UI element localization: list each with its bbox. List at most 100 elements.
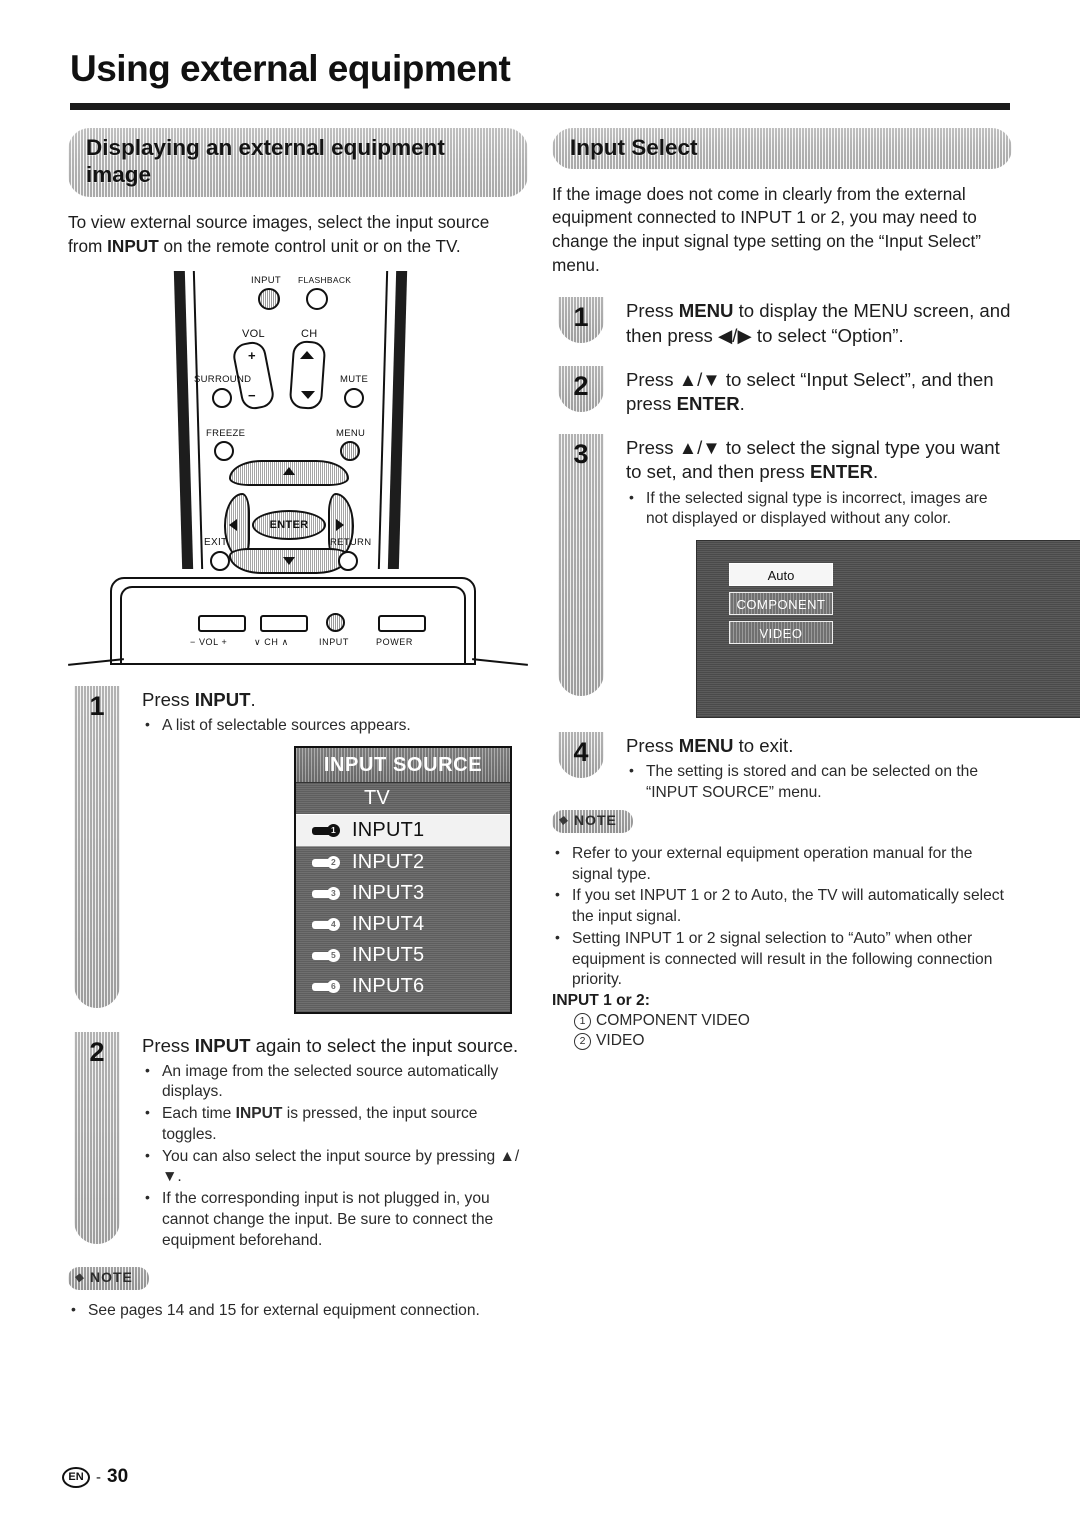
plug-icon: 3	[312, 887, 342, 901]
title-divider	[70, 103, 1010, 110]
osd-row-input6[interactable]: 6 INPUT6	[296, 971, 510, 1002]
remote-left-edge	[173, 270, 194, 569]
osd-row-input5[interactable]: 5 INPUT5	[296, 940, 510, 971]
osd-row-input1-label: INPUT1	[352, 819, 425, 842]
remote-inner-left-line	[192, 270, 204, 569]
remote-flashback-button[interactable]	[306, 287, 328, 310]
section-header-input-select: Input Select	[552, 128, 1012, 169]
right-step-4-bullets: The setting is stored and can be selecte…	[626, 761, 1012, 803]
left-step-1-title: Press INPUT.	[142, 686, 528, 712]
signal-option-video[interactable]: VIDEO	[729, 620, 833, 644]
page-footer: EN - 30	[62, 1466, 128, 1488]
remote-surround-button[interactable]	[212, 387, 232, 408]
list-item: If the selected signal type is incorrect…	[626, 488, 1012, 530]
left-step-1-title-part1: Press	[142, 688, 195, 710]
osd-row-input4[interactable]: 4 INPUT4	[296, 909, 510, 940]
signal-option-component[interactable]: COMPONENT	[729, 591, 833, 615]
remote-enter-button[interactable]: ENTER	[252, 509, 326, 540]
list-item: Each time INPUT is pressed, the input so…	[142, 1103, 528, 1145]
plug-icon: 2	[312, 856, 342, 870]
left-note-block: NOTE See pages 14 and 15 for external eq…	[68, 1267, 528, 1322]
left-step-2-title-part2: again to select the input source.	[250, 1034, 519, 1056]
remote-exit-label: EXIT	[204, 536, 228, 548]
remote-up-arrow-icon	[283, 466, 295, 475]
remote-body: INPUT FLASHBACK VOL CH + − SURROUND MUTE	[173, 270, 408, 574]
osd-row-input3[interactable]: 3 INPUT3	[296, 878, 510, 909]
remote-ch-up-icon	[300, 350, 314, 359]
remote-ch-down-icon	[301, 390, 315, 399]
section-header-line1: Displaying an external equipment	[86, 135, 445, 160]
left-step-1-bullets: A list of selectable sources appears.	[142, 715, 528, 737]
left-step-2-bullets: An image from the selected source automa…	[142, 1061, 528, 1252]
section-header-line2: image	[86, 161, 152, 187]
tv-channel-button[interactable]	[260, 614, 308, 632]
remote-freeze-label: FREEZE	[206, 427, 246, 439]
left-step-2-title-part1: Press	[142, 1034, 195, 1056]
remote-return-button[interactable]	[338, 550, 358, 571]
tv-volume-button[interactable]	[198, 614, 246, 632]
remote-vol-plus: +	[248, 347, 256, 363]
list-item: A list of selectable sources appears.	[142, 715, 528, 737]
left-step-1-title-part2: .	[250, 688, 256, 710]
tv-power-label: POWER	[376, 636, 414, 647]
list-item: The setting is stored and can be selecte…	[626, 761, 1012, 803]
right-step-3: 3 Press ▲/▼ to select the signal type yo…	[552, 434, 1080, 718]
osd-row-input1[interactable]: 1 INPUT1	[296, 814, 510, 848]
right-step-1-title: Press MENU to display the MENU screen, a…	[626, 300, 1011, 346]
list-item: Setting INPUT 1 or 2 signal selection to…	[552, 928, 1012, 991]
priority-list: 1 COMPONENT VIDEO 2 VIDEO	[552, 1011, 1012, 1052]
plug-icon: 1	[312, 824, 342, 838]
right-note-block: NOTE Refer to your external equipment op…	[552, 810, 1012, 1052]
osd-signal-type-dialog: Auto COMPONENT VIDEO	[696, 539, 1080, 718]
remote-exit-button[interactable]	[210, 550, 230, 571]
left-step-2-badge: 2	[74, 1031, 120, 1244]
osd-row-input5-label: INPUT5	[352, 944, 425, 967]
list-item: If you set INPUT 1 or 2 to Auto, the TV …	[552, 885, 1012, 927]
remote-freeze-button[interactable]	[214, 440, 234, 461]
osd-input-source-header: INPUT SOURCE	[296, 748, 510, 784]
remote-left-arrow-icon	[229, 518, 237, 531]
remote-ch-label: CH	[301, 327, 318, 340]
left-step-1-badge: 1	[74, 685, 120, 1008]
tv-input-button[interactable]	[326, 612, 345, 632]
left-step-2-title-bold: INPUT	[194, 1034, 251, 1056]
section-header-input-select-label: Input Select	[570, 135, 698, 160]
tv-power-button[interactable]	[378, 614, 426, 632]
list-item: See pages 14 and 15 for external equipme…	[68, 1300, 528, 1322]
right-note-tag-label: NOTE	[574, 811, 617, 828]
osd-input-source-menu: INPUT SOURCE TV 1 INPUT1 2 INPUT2 3 INPU…	[294, 746, 512, 1015]
remote-input-button[interactable]	[258, 287, 280, 310]
osd-row-input2[interactable]: 2 INPUT2	[296, 847, 510, 878]
remote-mute-button[interactable]	[344, 387, 364, 408]
priority-title: INPUT 1 or 2:	[552, 992, 650, 1010]
right-step-4-title: Press MENU to exit.	[626, 734, 794, 756]
remote-mute-label: MUTE	[340, 373, 369, 385]
signal-option-auto[interactable]: Auto	[729, 562, 833, 586]
right-step-4-badge: 4	[558, 731, 604, 778]
right-step-1-badge: 1	[558, 297, 604, 344]
remote-enter-label: ENTER	[269, 518, 309, 531]
osd-row-input2-label: INPUT2	[352, 851, 425, 874]
osd-row-tv[interactable]: TV	[296, 783, 510, 814]
right-step-2-number: 2	[573, 370, 589, 401]
intro-paragraph: To view external source images, select t…	[68, 211, 528, 258]
right-step-3-badge: 3	[558, 434, 604, 697]
left-step-1: 1 Press INPUT. A list of selectable sour…	[68, 685, 528, 1016]
list-item: Refer to your external equipment operati…	[552, 843, 1012, 885]
right-note-bullets: Refer to your external equipment operati…	[552, 843, 1012, 991]
tv-front-panel-illustration: − VOL + ∨ CH ∧ INPUT POWER	[68, 571, 528, 676]
remote-vol-minus: −	[248, 387, 256, 403]
page-title: Using external equipment	[70, 48, 511, 89]
list-item: If the corresponding input is not plugge…	[142, 1188, 528, 1251]
remote-return-label: RETURN	[330, 536, 372, 548]
remote-surround-label: SURROUND	[194, 373, 252, 385]
left-step-2-title: Press INPUT again to select the input so…	[142, 1032, 528, 1058]
section-header-displaying-image: Displaying an external equipment image	[68, 128, 528, 197]
left-step-1-title-bold: INPUT	[194, 688, 251, 710]
remote-vol-label: VOL	[242, 327, 265, 340]
manual-page: Using external equipment Displaying an e…	[0, 0, 1080, 1526]
language-badge: EN	[62, 1466, 90, 1488]
osd-row-input4-label: INPUT4	[352, 913, 425, 936]
right-step-4-number: 4	[573, 736, 589, 767]
remote-menu-button[interactable]	[340, 440, 360, 461]
